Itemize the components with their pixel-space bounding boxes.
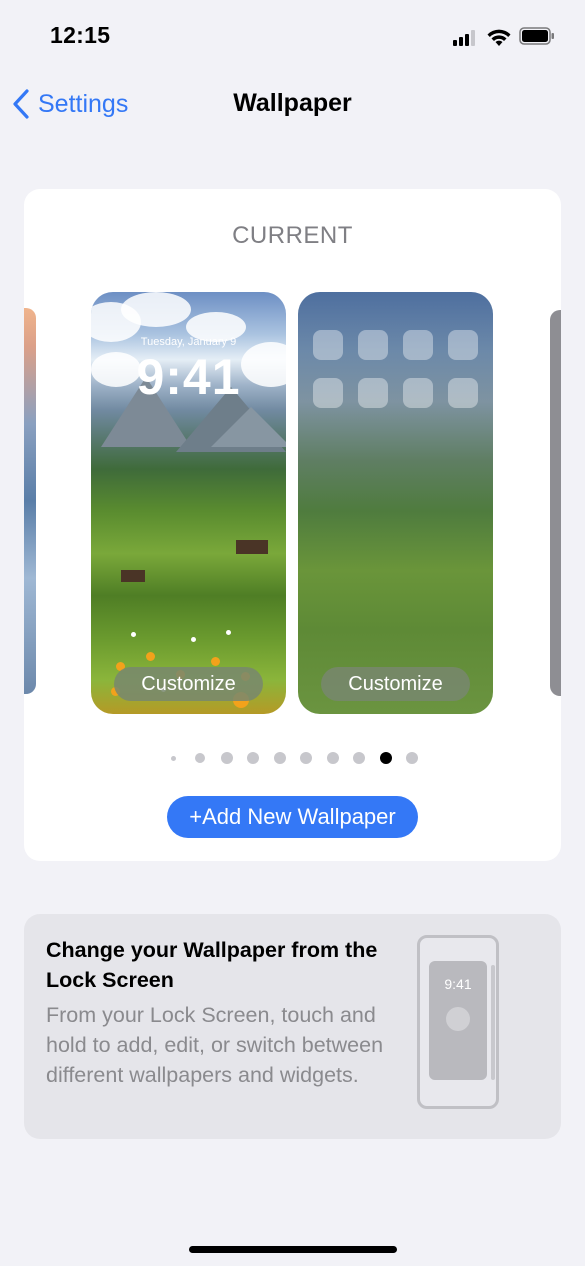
lock-screen-preview[interactable]: Tuesday, January 9 9:41 <box>91 292 286 714</box>
phone-illustration-side <box>491 965 495 1080</box>
lock-screen-clock: 9:41 <box>136 349 241 405</box>
phone-illustration-time: 9:41 <box>444 976 472 992</box>
home-screen-preview[interactable] <box>298 292 493 714</box>
battery-icon <box>519 27 554 45</box>
add-new-wallpaper-button[interactable]: +Add New Wallpaper <box>167 796 418 838</box>
lock-screen-date: Tuesday, January 9 <box>140 336 237 348</box>
status-time: 12:15 <box>50 22 111 48</box>
page-dot[interactable] <box>300 752 312 764</box>
wifi-icon <box>487 29 511 46</box>
tip-title: Change your Wallpaper from the Lock Scre… <box>46 938 378 992</box>
page-dot[interactable] <box>353 752 365 764</box>
customize-home-screen-button[interactable]: Customize <box>321 667 470 701</box>
page-dot[interactable] <box>274 752 286 764</box>
next-wallpaper-peek[interactable] <box>550 310 561 696</box>
page-dot[interactable] <box>221 752 233 764</box>
page-dot[interactable] <box>195 753 205 763</box>
page-dot[interactable] <box>247 752 259 764</box>
page-dot[interactable] <box>327 752 339 764</box>
previous-wallpaper-peek[interactable] <box>24 308 36 694</box>
page-dot[interactable] <box>171 756 176 761</box>
tip-body: From your Lock Screen, touch and hold to… <box>46 1003 384 1087</box>
page-title: Wallpaper <box>233 89 352 117</box>
home-indicator[interactable] <box>189 1246 397 1253</box>
page-dot-selected[interactable] <box>380 752 392 764</box>
signal-icon <box>453 30 479 46</box>
page-dot[interactable] <box>406 752 418 764</box>
current-section-label: CURRENT <box>232 222 353 249</box>
customize-lock-screen-button[interactable]: Customize <box>114 667 263 701</box>
phone-illustration-touch-icon <box>446 1007 470 1031</box>
